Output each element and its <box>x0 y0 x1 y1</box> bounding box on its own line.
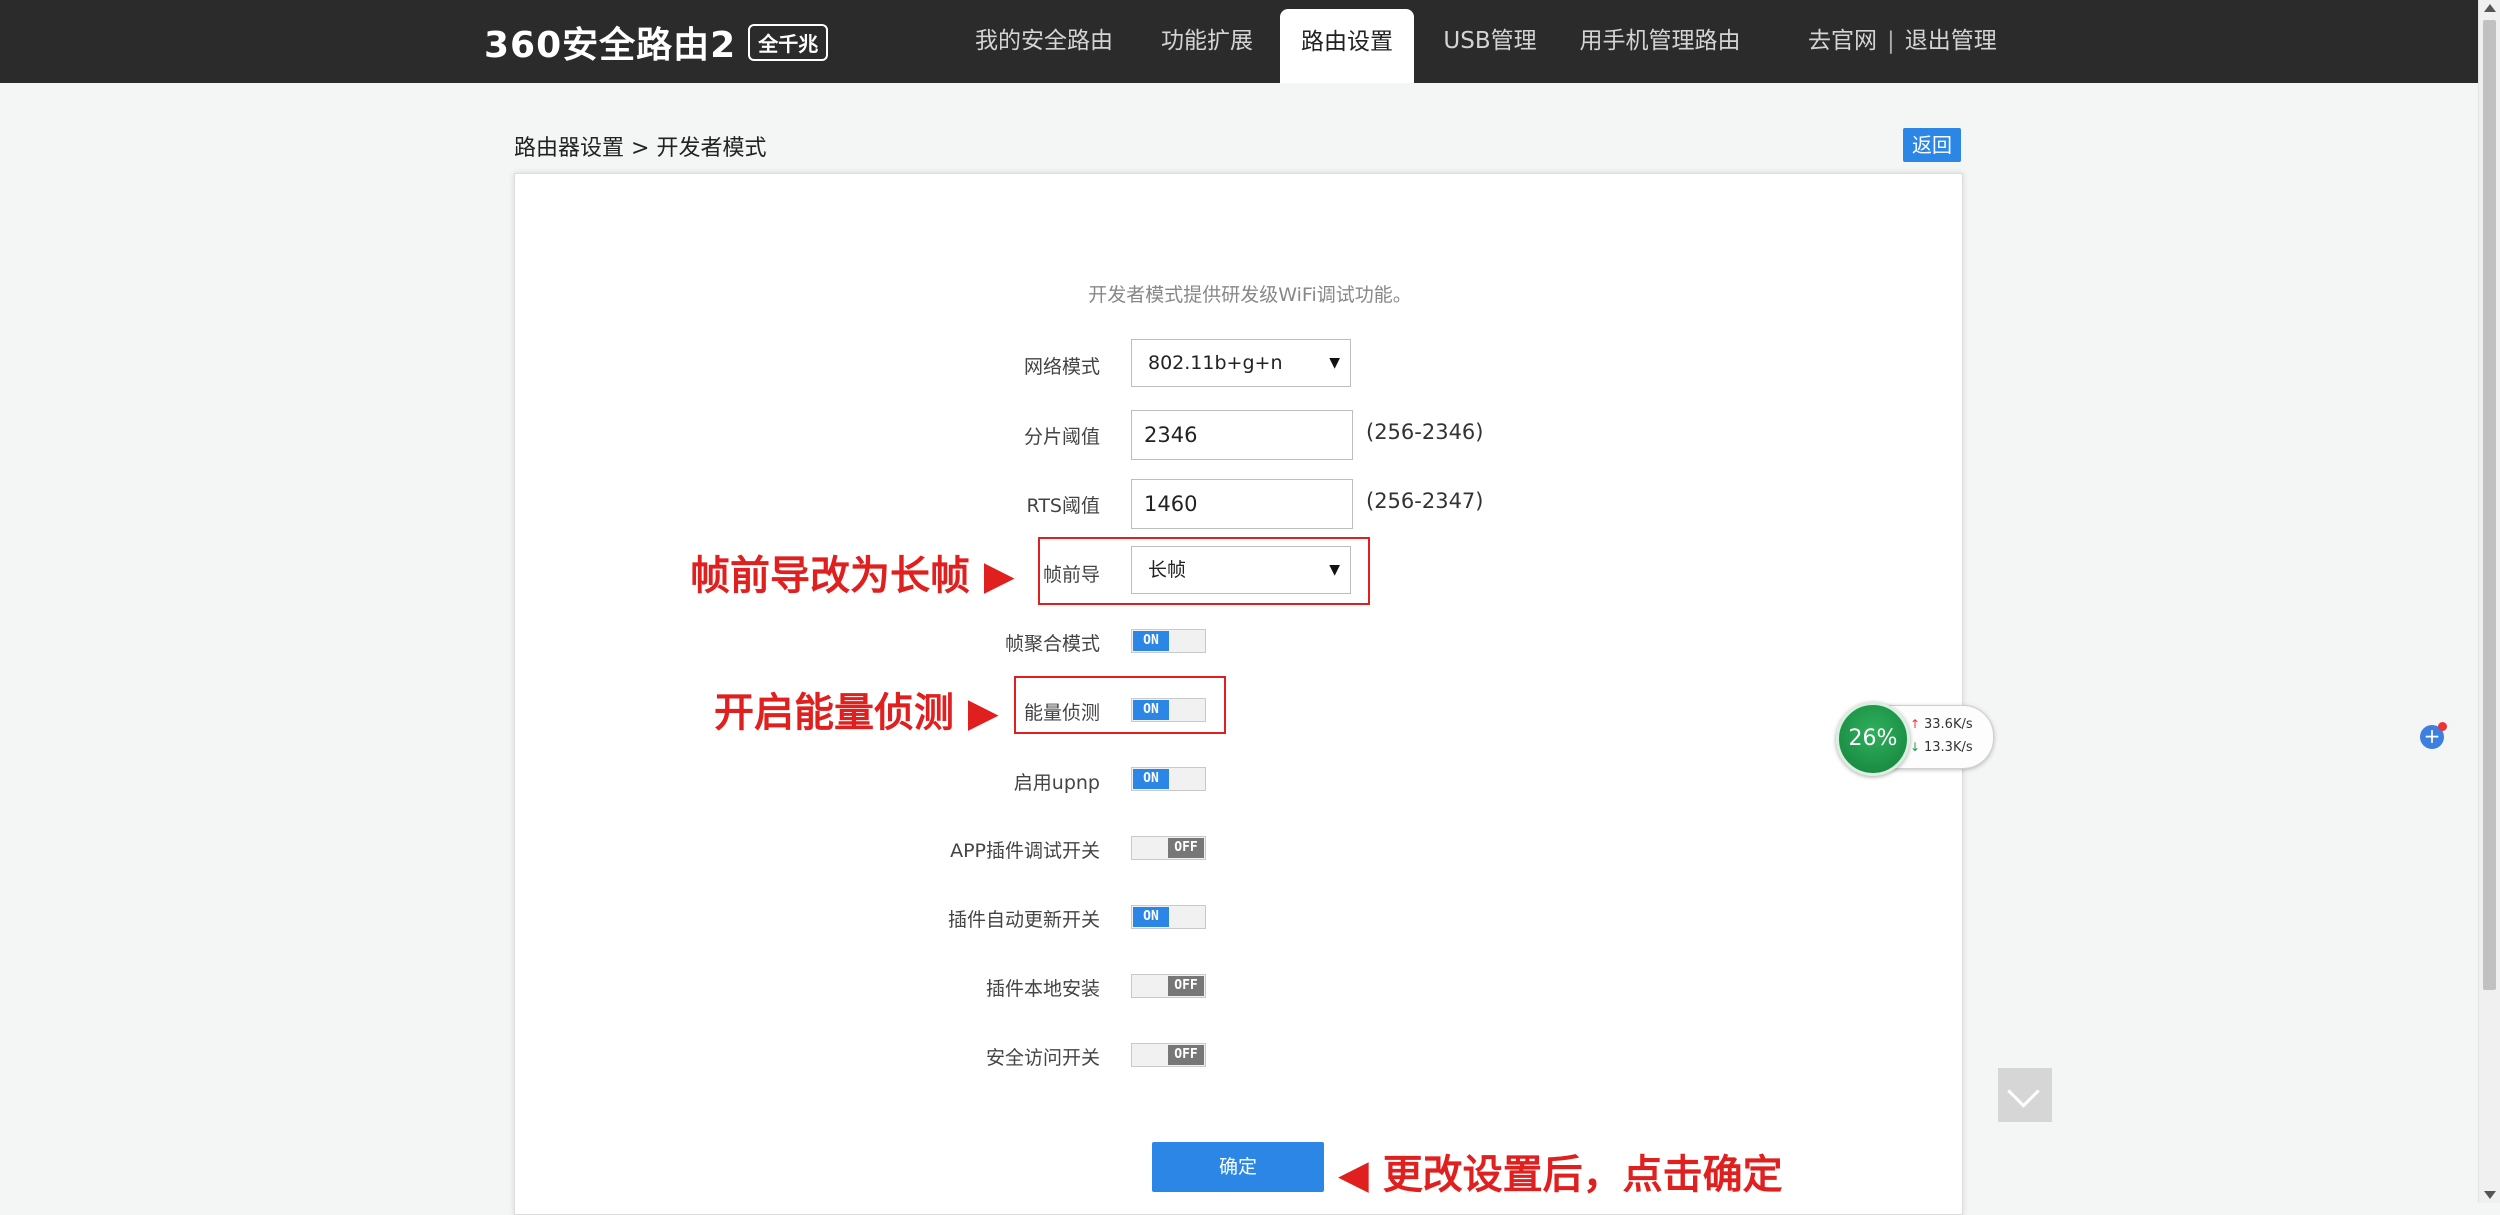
toggle-state: OFF <box>1168 838 1204 858</box>
page-description: 开发者模式提供研发级WiFi调试功能。 <box>1088 284 1412 306</box>
toggle-state: ON <box>1133 769 1169 789</box>
logo-badge: 全千兆 <box>748 23 829 61</box>
app-plugin-debug-label: APP插件调试开关 <box>950 840 1100 862</box>
toggle-state: OFF <box>1168 976 1204 996</box>
upnp-label: 启用upnp <box>1013 772 1100 794</box>
upload-speed-value: 33.6K/s <box>1924 717 1973 732</box>
nav-extensions[interactable]: 功能扩展 <box>1152 0 1262 83</box>
download-speed: ↓ 13.3K/s <box>1910 740 1973 755</box>
energy-detect-toggle[interactable]: ON <box>1131 698 1206 722</box>
plugin-auto-update-toggle[interactable]: ON <box>1131 905 1206 929</box>
frame-aggregation-label: 帧聚合模式 <box>1004 633 1100 655</box>
frag-threshold-range: (256-2346) <box>1366 420 1484 444</box>
header-links: 去官网 | 退出管理 <box>1808 0 1997 83</box>
upload-arrow-icon: ↑ <box>1910 717 1921 731</box>
network-mode-select[interactable]: 802.11b+g+n ▼ <box>1131 339 1351 387</box>
plugin-auto-update-label: 插件自动更新开关 <box>947 909 1100 931</box>
frame-aggregation-toggle[interactable]: ON <box>1131 629 1206 653</box>
rts-threshold-input[interactable]: 1460 <box>1131 479 1353 529</box>
breadcrumb-separator: > <box>631 136 650 161</box>
scroll-up-arrow-icon[interactable] <box>2484 4 2496 12</box>
nav-my-router[interactable]: 我的安全路由 <box>964 0 1124 83</box>
energy-detect-label: 能量侦测 <box>1023 702 1100 724</box>
dropdown-arrow-icon: ▼ <box>1329 355 1340 371</box>
preamble-value: 长帧 <box>1148 559 1187 581</box>
frag-threshold-label: 分片阈值 <box>1023 426 1100 448</box>
network-mode-label: 网络模式 <box>1023 356 1100 378</box>
nav-usb-management[interactable]: USB管理 <box>1436 0 1544 83</box>
logout-link[interactable]: 退出管理 <box>1905 28 1997 54</box>
breadcrumb: 路由器设置 > 开发者模式 <box>514 130 766 162</box>
download-speed-value: 13.3K/s <box>1924 740 1973 755</box>
network-mode-value: 802.11b+g+n <box>1148 352 1283 374</box>
rts-threshold-range: (256-2347) <box>1366 489 1484 513</box>
vertical-scrollbar[interactable] <box>2478 0 2500 1203</box>
secure-access-toggle[interactable]: OFF <box>1131 1043 1206 1067</box>
toggle-state: ON <box>1133 700 1169 720</box>
toggle-state: ON <box>1133 631 1169 651</box>
upload-speed: ↑ 33.6K/s <box>1910 717 1973 732</box>
toggle-state: OFF <box>1168 1045 1204 1065</box>
toggle-state: ON <box>1133 907 1169 927</box>
plugin-local-install-toggle[interactable]: OFF <box>1131 974 1206 998</box>
header-link-separator: | <box>1887 28 1895 54</box>
scrollbar-thumb[interactable] <box>2483 20 2496 990</box>
scroll-down-button[interactable] <box>1998 1068 2052 1122</box>
top-navbar: 360安全路由2 全千兆 我的安全路由 功能扩展 路由设置 USB管理 用手机管… <box>0 0 2500 83</box>
frag-threshold-input[interactable]: 2346 <box>1131 410 1353 460</box>
brand-logo[interactable]: 360安全路由2 全千兆 <box>484 20 829 66</box>
rts-threshold-label: RTS阈值 <box>1026 495 1101 517</box>
nav-router-settings[interactable]: 路由设置 <box>1280 9 1414 83</box>
chevron-down-icon <box>2007 1075 2040 1108</box>
dropdown-arrow-icon: ▼ <box>1329 562 1340 578</box>
preamble-select[interactable]: 长帧 ▼ <box>1131 546 1351 594</box>
secure-access-label: 安全访问开关 <box>985 1047 1100 1069</box>
preamble-label: 帧前导 <box>1042 564 1100 586</box>
confirm-annotation: ◀ 更改设置后，点击确定 <box>1338 1152 1783 1198</box>
breadcrumb-parent[interactable]: 路由器设置 <box>514 136 624 161</box>
preamble-annotation: 帧前导改为长帧 ▶ <box>690 553 1015 599</box>
confirm-button[interactable]: 确定 <box>1152 1142 1324 1192</box>
scroll-down-arrow-icon[interactable] <box>2484 1191 2496 1199</box>
back-button[interactable]: 返回 <box>1903 128 1961 162</box>
plugin-local-install-label: 插件本地安装 <box>985 978 1100 1000</box>
upnp-toggle[interactable]: ON <box>1131 767 1206 791</box>
speed-percent-circle[interactable]: 26% <box>1836 702 1910 776</box>
energy-detect-annotation: 开启能量侦测 ▶ <box>714 690 999 736</box>
download-arrow-icon: ↓ <box>1910 740 1921 754</box>
breadcrumb-current: 开发者模式 <box>656 136 767 161</box>
nav-mobile-management[interactable]: 用手机管理路由 <box>1576 0 1744 83</box>
logo-text: 360安全路由2 <box>484 25 737 66</box>
notification-dot <box>2438 722 2447 731</box>
app-plugin-debug-toggle[interactable]: OFF <box>1131 836 1206 860</box>
official-site-link[interactable]: 去官网 <box>1808 28 1877 54</box>
